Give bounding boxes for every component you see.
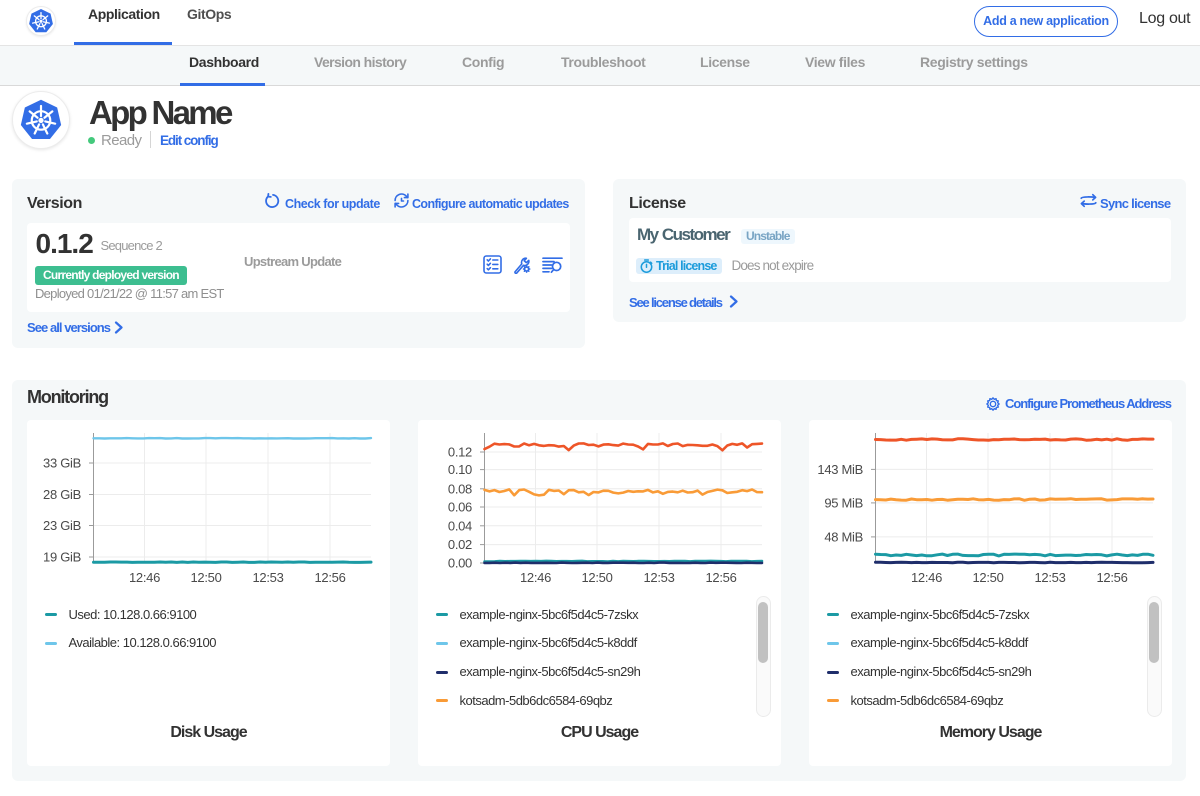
svg-text:33 GiB: 33 GiB: [43, 456, 81, 471]
svg-text:12:53: 12:53: [643, 570, 674, 585]
svg-text:12:56: 12:56: [705, 570, 736, 585]
svg-text:12:46: 12:46: [911, 570, 942, 585]
svg-text:12:46: 12:46: [520, 570, 551, 585]
svg-text:0.02: 0.02: [448, 537, 472, 552]
svg-text:12:50: 12:50: [190, 570, 221, 585]
svg-text:48 MiB: 48 MiB: [824, 529, 863, 544]
svg-text:23 GiB: 23 GiB: [43, 518, 81, 533]
svg-text:12:56: 12:56: [1096, 570, 1127, 585]
svg-text:12:50: 12:50: [581, 570, 612, 585]
svg-text:12:50: 12:50: [972, 570, 1003, 585]
svg-text:0.00: 0.00: [448, 556, 472, 571]
svg-text:12:56: 12:56: [314, 570, 345, 585]
svg-text:19 GiB: 19 GiB: [43, 550, 81, 565]
svg-text:0.12: 0.12: [448, 445, 472, 460]
svg-text:0.08: 0.08: [448, 481, 472, 496]
svg-text:12:46: 12:46: [129, 570, 160, 585]
svg-text:0.10: 0.10: [448, 462, 472, 477]
svg-text:95 MiB: 95 MiB: [824, 495, 863, 510]
svg-text:0.04: 0.04: [448, 518, 472, 533]
svg-text:0.06: 0.06: [448, 500, 472, 515]
svg-text:12:53: 12:53: [1034, 570, 1065, 585]
svg-text:143 MiB: 143 MiB: [817, 462, 863, 477]
svg-text:28 GiB: 28 GiB: [43, 487, 81, 502]
svg-text:12:53: 12:53: [252, 570, 283, 585]
